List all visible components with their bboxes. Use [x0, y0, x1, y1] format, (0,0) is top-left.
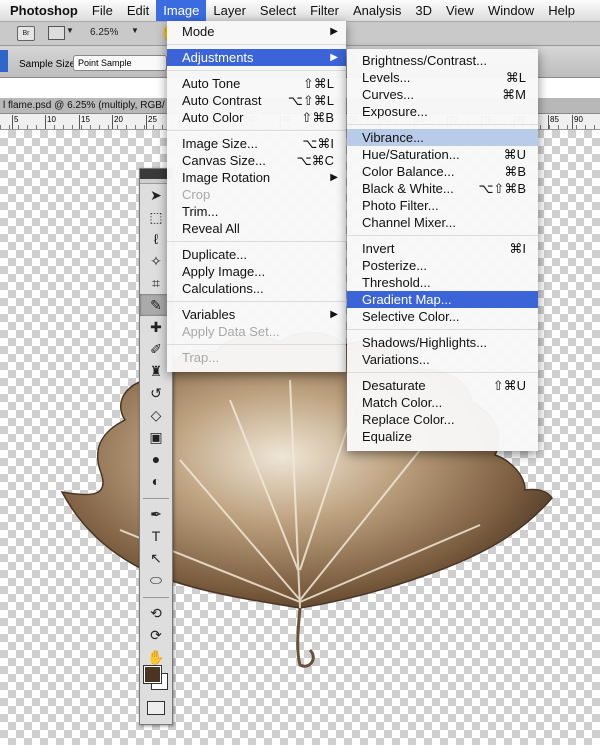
eraser-tool-icon[interactable]: ◇	[140, 404, 172, 426]
foreground-color-swatch[interactable]	[143, 665, 162, 684]
menu-edit[interactable]: Edit	[120, 0, 156, 21]
menu-item-black-white[interactable]: Black & White... ⌥⇧⌘B	[347, 180, 538, 197]
menu-item-vibrance[interactable]: Vibrance...	[347, 129, 538, 146]
sample-size-label: Sample Size:	[19, 59, 78, 70]
menu-help[interactable]: Help	[541, 0, 582, 21]
menu-item-brightness-contrast[interactable]: Brightness/Contrast...	[347, 52, 538, 69]
menu-item-color-balance[interactable]: Color Balance... ⌘B	[347, 163, 538, 180]
blur-tool-icon[interactable]: ●	[140, 448, 172, 470]
submenu-arrow-icon: ▶	[330, 309, 338, 320]
menu-item-selective-color[interactable]: Selective Color...	[347, 308, 538, 325]
submenu-arrow-icon: ▶	[330, 172, 338, 183]
menu-item-gradient-map[interactable]: Gradient Map...	[347, 291, 538, 308]
menu-item-hue-saturation[interactable]: Hue/Saturation... ⌘U	[347, 146, 538, 163]
menu-item-duplicate[interactable]: Duplicate...	[167, 246, 346, 263]
menu-item-posterize[interactable]: Posterize...	[347, 257, 538, 274]
menu-item-levels[interactable]: Levels... ⌘L	[347, 69, 538, 86]
menu-item-invert[interactable]: Invert ⌘I	[347, 240, 538, 257]
menu-item-trap: Trap...	[182, 350, 220, 365]
menu-image[interactable]: Image	[156, 0, 207, 21]
submenu-arrow-icon: ▶	[330, 52, 338, 63]
menu-item-mode[interactable]: Mode ▶	[167, 23, 346, 40]
image-menu: Mode ▶ Adjustments ▶ Auto Tone ⇧⌘L Auto Con…	[167, 21, 346, 372]
menu-bar: Photoshop File Edit Image Layer Select F…	[0, 0, 600, 22]
menu-item-threshold[interactable]: Threshold...	[347, 274, 538, 291]
ruler-tick: 25	[146, 115, 157, 129]
adjustments-submenu: Brightness/Contrast... Levels... ⌘L Curve…	[347, 49, 538, 451]
menu-item-auto-contrast[interactable]: Auto Contrast ⌥⇧⌘L	[167, 92, 346, 109]
menu-select[interactable]: Select	[253, 0, 303, 21]
menu-item-apply-data-set: Apply Data Set...	[182, 324, 280, 339]
ruler-tick: 20	[112, 115, 123, 129]
zoom-dropdown-icon[interactable]: ▼	[131, 26, 139, 35]
path-selection-tool-icon[interactable]: ↖	[140, 547, 172, 569]
menu-layer[interactable]: Layer	[206, 0, 253, 21]
menu-photoshop[interactable]: Photoshop	[0, 0, 85, 21]
ruler-tick: 5	[12, 115, 18, 129]
menu-item-equalize[interactable]: Equalize	[347, 428, 538, 445]
ruler-tick: 10	[45, 115, 56, 129]
menu-item-replace-color[interactable]: Replace Color...	[347, 411, 538, 428]
pen-tool-icon[interactable]: ✒	[140, 503, 172, 525]
menu-item-variables[interactable]: Variables ▶	[167, 306, 346, 323]
type-tool-icon[interactable]: T	[140, 525, 172, 547]
menu-item-reveal-all[interactable]: Reveal All	[167, 220, 346, 237]
chevron-down-icon[interactable]: ▼	[66, 26, 74, 35]
menu-item-variations[interactable]: Variations...	[347, 351, 538, 368]
menu-item-shadows-highlights[interactable]: Shadows/Highlights...	[347, 334, 538, 351]
menu-item-channel-mixer[interactable]: Channel Mixer...	[347, 214, 538, 231]
3d-rotate-tool-icon[interactable]: ⟲	[140, 602, 172, 624]
sample-size-select[interactable]: Point Sample	[73, 55, 167, 71]
menu-item-adjustments[interactable]: Adjustments ▶	[167, 49, 346, 66]
menu-item-image-rotation[interactable]: Image Rotation ▶	[167, 169, 346, 186]
3d-orbit-tool-icon[interactable]: ⟳	[140, 624, 172, 646]
submenu-arrow-icon: ▶	[330, 26, 338, 37]
menu-item-match-color[interactable]: Match Color...	[347, 394, 538, 411]
quick-mask-icon[interactable]	[147, 701, 165, 715]
menu-filter[interactable]: Filter	[303, 0, 346, 21]
menu-item-calculations[interactable]: Calculations...	[167, 280, 346, 297]
dodge-tool-icon[interactable]: ◐	[140, 470, 172, 492]
menu-item-apply-image[interactable]: Apply Image...	[167, 263, 346, 280]
menu-item-canvas-size[interactable]: Canvas Size... ⌥⌘C	[167, 152, 346, 169]
ruler-tick: 85	[548, 115, 559, 129]
shape-tool-icon[interactable]: ⬭	[140, 569, 172, 591]
menu-3d[interactable]: 3D	[408, 0, 439, 21]
bridge-button[interactable]: Br	[17, 26, 35, 41]
menu-item-desaturate[interactable]: Desaturate ⇧⌘U	[347, 377, 538, 394]
menu-item-auto-color[interactable]: Auto Color ⇧⌘B	[167, 109, 346, 126]
menu-view[interactable]: View	[439, 0, 481, 21]
ruler-tick: 90	[572, 115, 583, 129]
zoom-level[interactable]: 6.25%	[90, 27, 118, 38]
menu-item-trim[interactable]: Trim...	[167, 203, 346, 220]
history-brush-tool-icon[interactable]: ↺	[140, 382, 172, 404]
menu-window[interactable]: Window	[481, 0, 541, 21]
tool-preset-button[interactable]	[0, 50, 8, 72]
menu-item-curves[interactable]: Curves... ⌘M	[347, 86, 538, 103]
gradient-tool-icon[interactable]: ▣	[140, 426, 172, 448]
screen-mode-icon[interactable]	[48, 26, 65, 40]
menu-item-auto-tone[interactable]: Auto Tone ⇧⌘L	[167, 75, 346, 92]
menu-analysis[interactable]: Analysis	[346, 0, 408, 21]
menu-file[interactable]: File	[85, 0, 120, 21]
hand-tool-icon[interactable]: ✋	[140, 646, 172, 668]
menu-item-exposure[interactable]: Exposure...	[347, 103, 538, 120]
ruler-tick: 15	[79, 115, 90, 129]
document-title: l flame.psd @ 6.25% (multiply, RGB/	[3, 100, 165, 111]
menu-item-image-size[interactable]: Image Size... ⌥⌘I	[167, 135, 346, 152]
menu-item-crop: Crop	[182, 187, 211, 202]
menu-item-photo-filter[interactable]: Photo Filter...	[347, 197, 538, 214]
